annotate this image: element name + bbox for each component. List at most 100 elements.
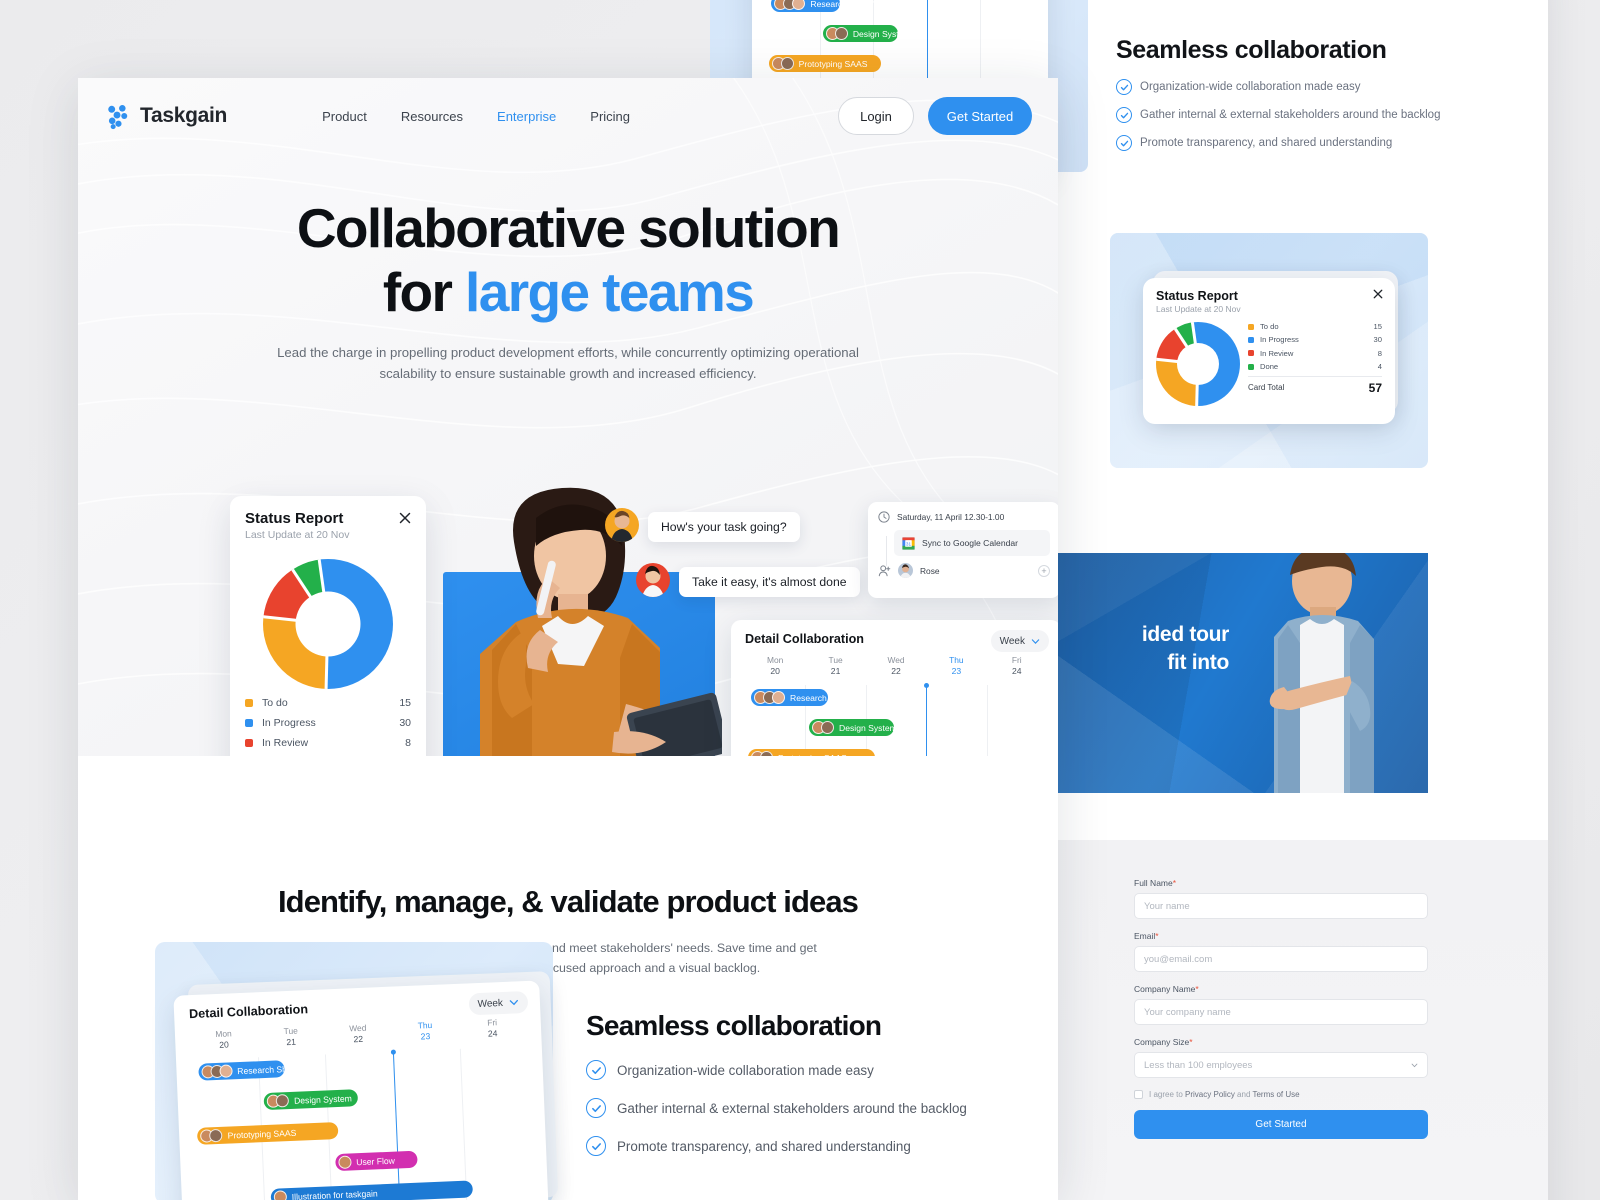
taskgain-logo-icon xyxy=(108,104,128,129)
field-label: Email* xyxy=(1134,931,1159,941)
backpage-features: Seamless collaboration Organization-wide… xyxy=(1116,36,1516,163)
chat-bubble-2: Take it easy, it's almost done xyxy=(679,567,860,597)
navbar: Taskgain Product Resources Enterprise Pr… xyxy=(78,78,1058,154)
close-icon[interactable] xyxy=(399,512,411,524)
gantt-today-line xyxy=(392,1051,400,1200)
feature-item: Promote transparency, and shared underst… xyxy=(586,1136,1006,1156)
feature-item: Organization-wide collaboration made eas… xyxy=(586,1060,1006,1080)
status-report-subtitle: Last Update at 20 Nov xyxy=(1156,304,1241,314)
legend-row: In Progress 30 xyxy=(245,717,411,729)
task-avatars xyxy=(812,721,835,734)
gantt-task-bar[interactable]: Design System xyxy=(809,719,897,736)
field-label: Company Size* xyxy=(1134,1037,1193,1047)
sync-label: Sync to Google Calendar xyxy=(922,538,1019,548)
attendee-name: Rose xyxy=(920,565,940,576)
gantt-task-bar[interactable]: Design System xyxy=(263,1089,359,1111)
backpage-feature-label: Gather internal & external stakeholders … xyxy=(1140,109,1441,121)
company-name-field[interactable]: Your company name xyxy=(1134,999,1428,1025)
terms-row[interactable]: I agree to Privacy Policy and Terms of U… xyxy=(1134,1090,1428,1099)
legend-row: Done 4 xyxy=(1248,362,1382,371)
gantt-body: Research Shopify Design System Prototyping… xyxy=(745,683,1047,756)
google-calendar-icon: 31 xyxy=(902,536,915,550)
logo[interactable]: Taskgain xyxy=(104,103,227,130)
gantt-task-bar[interactable]: Research Shopify xyxy=(197,1060,305,1081)
gantt-task-bar[interactable]: Research Shopify xyxy=(751,689,858,706)
gantt-task-bar[interactable]: Prototyping SAAS xyxy=(768,55,882,72)
backpage-feature-item: Organization-wide collaboration made eas… xyxy=(1116,79,1516,95)
legend-row: In Review 8 xyxy=(245,737,411,749)
gantt-task-bar[interactable]: Prototyping SAAS xyxy=(197,1121,339,1145)
company-size-select[interactable]: Less than 100 employees xyxy=(1134,1052,1428,1078)
gantt-day: Wed 22 xyxy=(887,655,905,677)
backpage-feature-item: Gather internal & external stakeholders … xyxy=(1116,107,1516,123)
section2-feature-heading: Seamless collaboration xyxy=(586,1010,882,1041)
avatar-user-2 xyxy=(636,563,670,597)
hero-section: Taskgain Product Resources Enterprise Pr… xyxy=(78,78,1058,756)
detail-collaboration-card: Detail Collaboration Week Mon 20 Tue 21 Wed 2… xyxy=(731,620,1058,756)
clock-icon xyxy=(878,511,890,523)
form-submit-button[interactable]: Get Started xyxy=(1134,1110,1428,1139)
gantt-day: Tue 21 xyxy=(283,1025,298,1048)
terms-checkbox[interactable] xyxy=(1134,1090,1143,1099)
chevron-down-icon xyxy=(509,999,518,1006)
brand-name: Taskgain xyxy=(140,104,228,127)
gantt-task-bar[interactable]: Illustration for taskgain xyxy=(270,1180,473,1200)
gantt-day: Mon 20 xyxy=(215,1028,232,1051)
field-label: Full Name* xyxy=(1134,878,1177,888)
nav-link-resources[interactable]: Resources xyxy=(401,109,463,124)
avatar-rose xyxy=(898,563,913,578)
status-legend: To do15 In Progress30 In Review8 Done4 C… xyxy=(1248,320,1382,406)
feature-label: Organization-wide collaboration made eas… xyxy=(617,1062,874,1078)
gantt-task-bar[interactable]: Research Shopify xyxy=(771,0,878,12)
calendar-datetime-row: Saturday, 11 April 12.30-1.00 xyxy=(878,511,1050,523)
task-avatars xyxy=(337,1155,352,1169)
add-attendee-button[interactable]: + xyxy=(1038,564,1050,577)
avatar-user-1 xyxy=(605,508,639,542)
legend-row: To do 15 xyxy=(245,697,411,709)
get-started-button[interactable]: Get Started xyxy=(928,97,1032,135)
sync-google-calendar-button[interactable]: 31 Sync to Google Calendar xyxy=(894,530,1050,556)
close-icon[interactable] xyxy=(1373,289,1383,299)
gantt-day-header: Mon 20 Tue 21 Wed 22 Thu 23 Fri 24 xyxy=(745,655,1047,685)
hero-title: Collaborative solution for large teams xyxy=(296,197,841,324)
gantt-today-dot xyxy=(924,683,930,688)
gantt-task-bar[interactable]: Design System xyxy=(822,25,911,42)
check-icon xyxy=(586,1098,606,1118)
task-avatars xyxy=(201,1064,233,1079)
terms-of-use-link: Terms of Use xyxy=(1252,1090,1300,1099)
section2-features: Seamless collaboration Organization-wide… xyxy=(586,1010,1006,1174)
legend-row: In Progress 30 xyxy=(1248,335,1382,344)
status-report-title: Status Report xyxy=(245,510,344,527)
gantt-range-selector[interactable]: Week xyxy=(990,630,1049,652)
gantt-day: Thu 23 xyxy=(949,655,964,677)
check-icon xyxy=(586,1060,606,1080)
add-person-icon[interactable] xyxy=(878,564,891,577)
gantt-day: Fri 24 xyxy=(1011,655,1022,677)
nav-link-enterprise[interactable]: Enterprise xyxy=(497,109,556,124)
gantt-task-bar[interactable]: User Flow xyxy=(334,1150,418,1172)
backpage-feature-label: Promote transparency, and shared underst… xyxy=(1140,137,1393,149)
task-avatars xyxy=(266,1094,290,1108)
email-field[interactable]: you@email.com xyxy=(1134,946,1428,972)
nav-link-product[interactable]: Product xyxy=(322,109,367,124)
guided-tour-banner: ided tour fit into xyxy=(1053,553,1428,793)
feature-item: Gather internal & external stakeholders … xyxy=(586,1098,1006,1118)
task-label: Research Shopify xyxy=(810,0,879,9)
gantt-range-selector[interactable]: Week xyxy=(468,990,529,1016)
calendar-datetime: Saturday, 11 April 12.30-1.00 xyxy=(897,512,1005,522)
login-button[interactable]: Login xyxy=(838,97,914,135)
status-report-card: Status Report Last Update at 20 Nov To d… xyxy=(230,496,426,756)
gantt-day: Wed 22 xyxy=(349,1022,367,1045)
legend-row: In Review 8 xyxy=(1248,349,1382,358)
task-avatars xyxy=(200,1128,223,1143)
gantt-today-line xyxy=(926,685,928,756)
status-legend: To do15 In Progress30 In Review8 Done4 C… xyxy=(245,697,411,756)
check-icon xyxy=(1116,135,1132,151)
full-name-field[interactable]: Your name xyxy=(1134,893,1428,919)
nav-link-pricing[interactable]: Pricing xyxy=(590,109,630,124)
calendar-connector-line xyxy=(886,536,887,566)
gantt-task-bar[interactable]: Prototyping SAAS xyxy=(748,749,875,756)
task-label: Design System xyxy=(293,1092,353,1106)
legend-row: To do 15 xyxy=(1248,322,1382,331)
nav-actions: Login Get Started xyxy=(838,97,1032,135)
